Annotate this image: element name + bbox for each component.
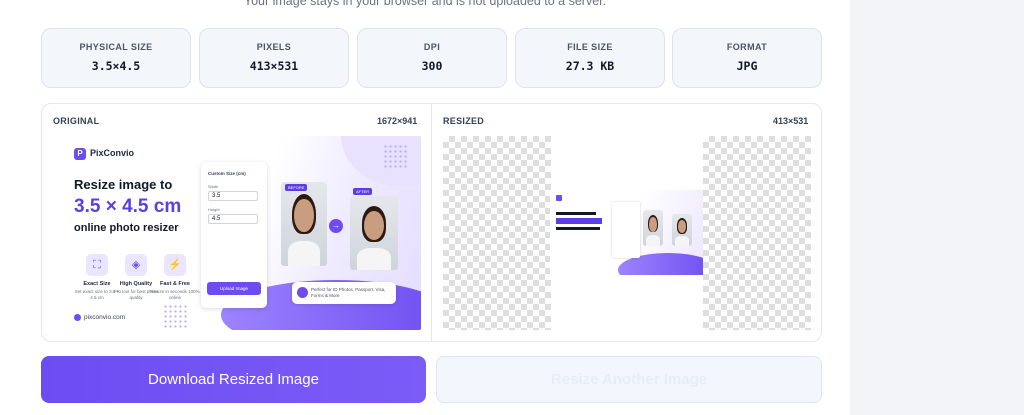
globe-icon [74,314,81,321]
resized-dimensions: 413×531 [773,116,809,126]
decorative-dots [383,144,407,168]
lightning-icon: ⚡ [164,254,186,276]
artwork-subtitle: online photo resizer [74,222,179,234]
stat-value: 27.3 KB [565,59,615,73]
crop-icon: ⛶ [86,254,108,276]
site-url-text: pixconvio.com [84,314,126,322]
stat-file-size: FILE SIZE 27.3 KB [515,28,665,88]
stat-format: FORMAT JPG [672,28,822,88]
decorative-blob [341,136,421,186]
width-label: Width [208,184,219,189]
upload-button-art: Upload Image [207,282,261,295]
headline-mark [556,212,596,215]
after-photo [672,214,692,246]
decorative-dots [163,304,187,328]
stat-label: PHYSICAL SIZE [79,42,153,52]
brand-name: PixConvio [90,148,135,158]
stat-value: 300 [421,59,443,73]
note-text: Perfect for ID Photos, Passport, Visa, F… [311,287,386,298]
face [294,198,314,233]
feature-title: Fast & Free [160,281,190,287]
stat-label: PIXELS [256,42,292,52]
stat-label: FILE SIZE [567,42,613,52]
arrow-right-icon: → [329,219,343,233]
width-field: 3.5 [208,191,258,201]
original-label: ORIGINAL [53,116,100,126]
shoulders [675,236,689,246]
before-photo [643,210,663,246]
original-image: P PixConvio Resize image to 3.5 × 4.5 cm… [53,136,421,330]
check-badge-icon [297,287,308,298]
stat-value: 3.5×4.5 [91,59,141,73]
shoulders [646,235,660,246]
size-mark [556,218,602,224]
stat-value: 413×531 [249,59,299,73]
brand-logo-icon: P [74,148,86,160]
form-title: Custom Size (cm) [208,171,246,176]
feature-fast-free: ⚡ Fast & Free Resize in seconds 100% onl… [150,254,200,301]
stat-dpi: DPI 300 [357,28,507,88]
download-resized-button[interactable]: Download Resized Image [41,356,426,403]
privacy-notice: Your image stays in your browser and is … [243,0,607,8]
before-tag: BEFORE [285,184,308,191]
stat-label: DPI [423,42,441,52]
preview-divider [431,104,432,341]
shoulders [357,247,391,270]
height-field: 4.5 [208,214,258,224]
height-label: Height [208,207,220,212]
artwork-size: 3.5 × 4.5 cm [74,196,182,217]
stat-pixels: PIXELS 413×531 [199,28,349,88]
stat-value: JPG [736,59,758,73]
artwork-size-form: Custom Size (cm) Width 3.5 Height 4.5 Up… [201,162,267,308]
page-background [850,0,1024,415]
face [648,217,658,232]
stat-label: FORMAT [726,42,768,52]
subtitle-mark [556,227,600,230]
stat-physical-size: PHYSICAL SIZE 3.5×4.5 [41,28,191,88]
resize-another-button[interactable]: Resize Another Image [436,356,822,403]
form-mark [612,202,640,258]
after-tag: AFTER [353,188,373,195]
resized-image [550,190,703,275]
shoulders [287,240,321,266]
shield-icon: ◈ [125,254,147,276]
artwork-headline: Resize image to [74,177,173,192]
before-photo [281,182,327,266]
after-photo [350,196,398,270]
original-dimensions: 1672×941 [377,116,418,126]
use-case-note: Perfect for ID Photos, Passport, Visa, F… [292,282,396,304]
brand-logo-icon [556,195,562,201]
preview-panel: ORIGINAL 1672×941 P PixConvio Resize ima… [41,103,822,342]
transparent-area-left [443,136,551,330]
transparent-area-right [703,136,811,330]
feature-subtitle: Resize in seconds 100% online [150,289,200,300]
site-url: pixconvio.com [74,314,125,321]
resized-label: RESIZED [443,116,485,126]
tool-card: Your image stays in your browser and is … [0,0,850,415]
